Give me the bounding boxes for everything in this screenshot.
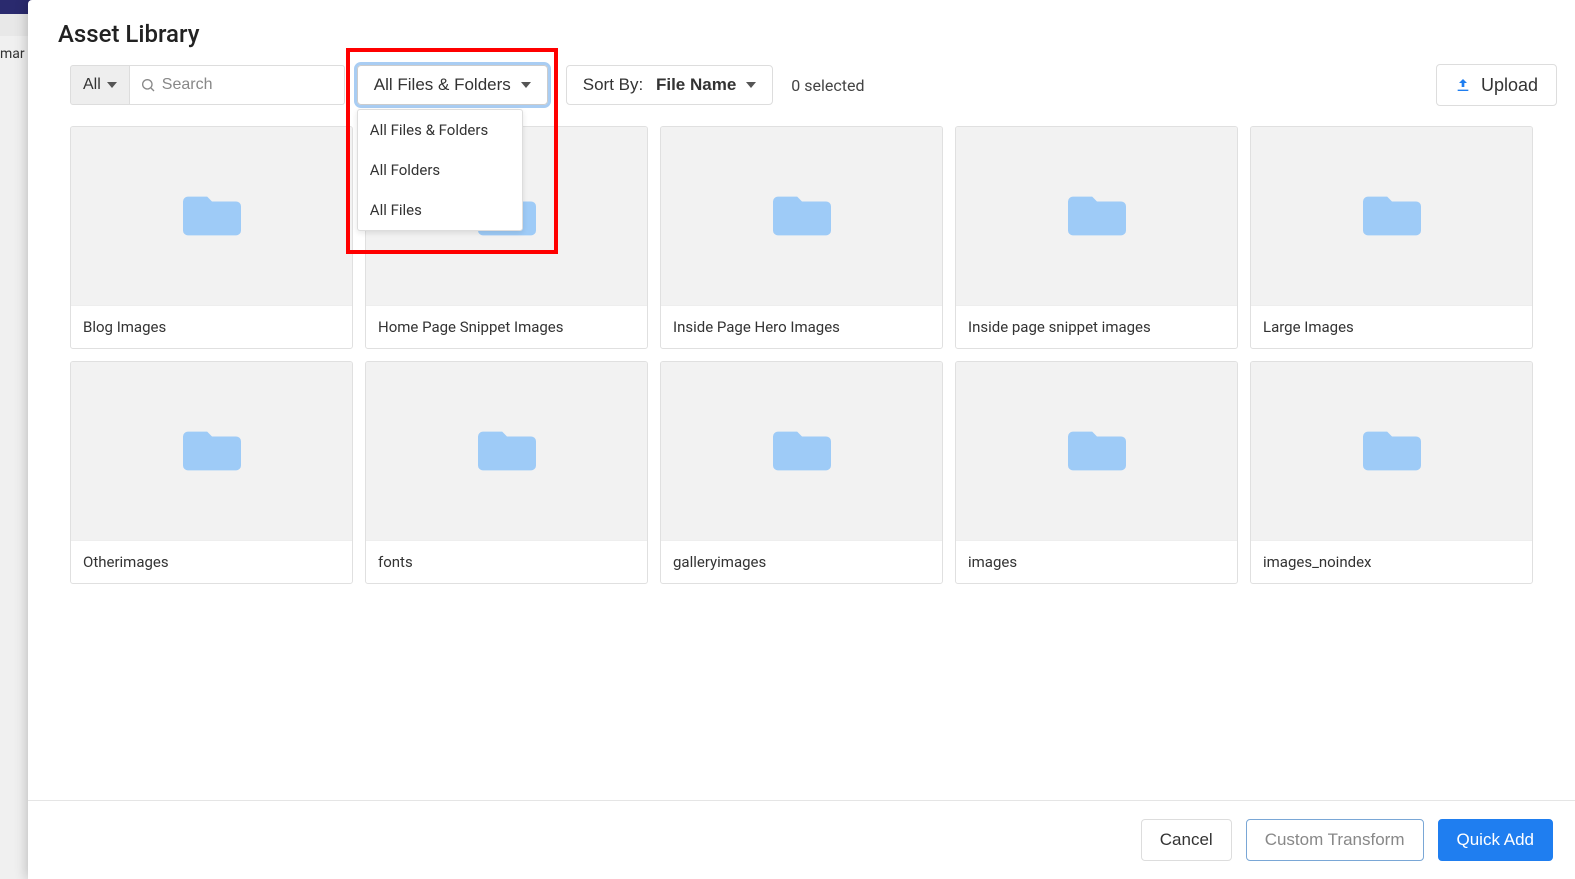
folder-grid: Blog Images Home Page Snippet Images Ins… <box>70 126 1533 584</box>
folder-icon <box>183 426 241 476</box>
custom-transform-button[interactable]: Custom Transform <box>1246 819 1424 861</box>
search-icon <box>140 77 156 93</box>
folder-name: fonts <box>366 540 647 583</box>
folder-card[interactable]: fonts <box>365 361 648 584</box>
folder-grid-area: Blog Images Home Page Snippet Images Ins… <box>28 126 1575 800</box>
chevron-down-icon <box>521 82 531 88</box>
sort-prefix: Sort By: <box>583 75 643 95</box>
folder-name: Inside Page Hero Images <box>661 305 942 348</box>
cancel-button[interactable]: Cancel <box>1141 819 1232 861</box>
search-field[interactable] <box>130 65 345 105</box>
scope-all-dropdown[interactable]: All <box>70 65 130 105</box>
folder-thumbnail <box>71 362 352 540</box>
folder-card[interactable]: Inside Page Hero Images <box>660 126 943 349</box>
chevron-down-icon <box>107 82 117 88</box>
folder-name: Otherimages <box>71 540 352 583</box>
folder-icon <box>1363 426 1421 476</box>
filter-option-all-folders[interactable]: All Folders <box>358 150 522 190</box>
upload-label: Upload <box>1481 75 1538 96</box>
upload-button[interactable]: Upload <box>1436 64 1557 106</box>
folder-name: Blog Images <box>71 305 352 348</box>
sort-value: File Name <box>656 75 736 95</box>
modal-footer: Cancel Custom Transform Quick Add <box>28 800 1575 879</box>
folder-card[interactable]: images <box>955 361 1238 584</box>
filter-option-all-files-folders[interactable]: All Files & Folders <box>358 110 522 150</box>
filter-option-all-files[interactable]: All Files <box>358 190 522 230</box>
filter-dropdown-button[interactable]: All Files & Folders <box>357 65 548 105</box>
filter-wrap: All Files & Folders All Files & Folders … <box>357 65 548 105</box>
folder-card[interactable]: images_noindex <box>1250 361 1533 584</box>
folder-name: images <box>956 540 1237 583</box>
filter-selected-label: All Files & Folders <box>374 75 511 95</box>
folder-thumbnail <box>661 362 942 540</box>
folder-card[interactable]: Otherimages <box>70 361 353 584</box>
quick-add-button[interactable]: Quick Add <box>1438 819 1554 861</box>
selection-count: 0 selected <box>791 76 864 95</box>
folder-thumbnail <box>71 127 352 305</box>
folder-name: images_noindex <box>1251 540 1532 583</box>
upload-icon <box>1455 77 1471 93</box>
scope-label: All <box>83 76 101 94</box>
folder-thumbnail <box>1251 362 1532 540</box>
folder-thumbnail <box>366 362 647 540</box>
folder-card[interactable]: Inside page snippet images <box>955 126 1238 349</box>
folder-card[interactable]: galleryimages <box>660 361 943 584</box>
folder-icon <box>1068 426 1126 476</box>
folder-name: Inside page snippet images <box>956 305 1237 348</box>
folder-thumbnail <box>956 127 1237 305</box>
folder-thumbnail <box>1251 127 1532 305</box>
bg-side-fragment: mar <box>0 46 25 62</box>
folder-icon <box>773 191 831 241</box>
folder-icon <box>1363 191 1421 241</box>
folder-icon <box>183 191 241 241</box>
modal-title: Asset Library <box>28 0 1575 64</box>
folder-card[interactable]: Blog Images <box>70 126 353 349</box>
folder-icon <box>773 426 831 476</box>
search-input[interactable] <box>162 76 334 94</box>
chevron-down-icon <box>746 82 756 88</box>
folder-thumbnail <box>956 362 1237 540</box>
filter-dropdown-menu: All Files & Folders All Folders All File… <box>357 109 523 231</box>
toolbar: All All Files & Folders All Files & Fold… <box>28 64 1575 126</box>
asset-library-modal: Asset Library All All Files & Folders Al… <box>28 0 1575 879</box>
sort-dropdown-button[interactable]: Sort By: File Name <box>566 65 774 105</box>
folder-icon <box>478 426 536 476</box>
folder-name: Large Images <box>1251 305 1532 348</box>
folder-name: Home Page Snippet Images <box>366 305 647 348</box>
folder-name: galleryimages <box>661 540 942 583</box>
folder-icon <box>1068 191 1126 241</box>
folder-thumbnail <box>661 127 942 305</box>
folder-card[interactable]: Large Images <box>1250 126 1533 349</box>
